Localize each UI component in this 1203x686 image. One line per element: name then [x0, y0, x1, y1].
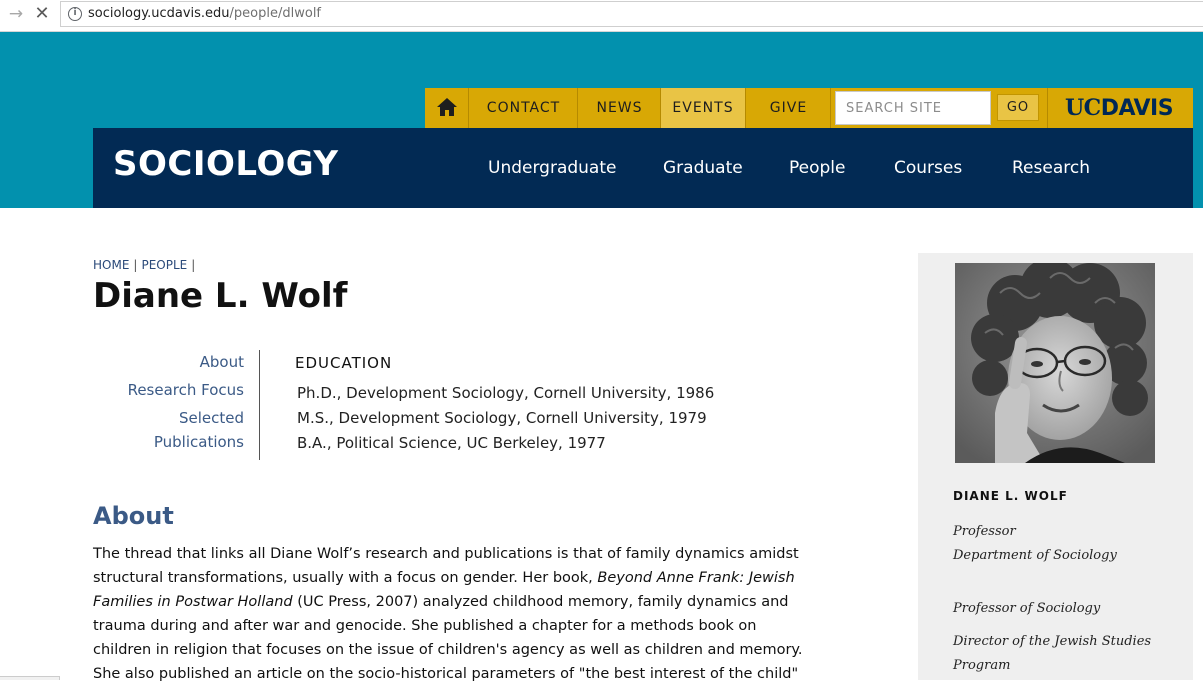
breadcrumb: HOME | PEOPLE | — [93, 258, 199, 272]
about-paragraph: The thread that links all Diane Wolf’s r… — [93, 542, 813, 686]
news-link[interactable]: NEWS — [579, 88, 661, 128]
stop-loading-icon[interactable]: ✕ — [31, 3, 53, 25]
nav-graduate[interactable]: Graduate — [663, 128, 743, 208]
give-link[interactable]: GIVE — [747, 88, 831, 128]
browser-status-bubble — [0, 676, 60, 680]
breadcrumb-separator: | — [133, 258, 138, 272]
about-line: She also published an article on the soc… — [93, 666, 799, 682]
browser-toolbar: → ✕ i sociology.ucdavis.edu/people/dlwol… — [0, 0, 1203, 32]
nav-research[interactable]: Research — [1012, 128, 1090, 208]
about-heading: About — [93, 502, 174, 530]
section-link-about[interactable]: About — [200, 353, 244, 371]
url-path: /people/dlwolf — [229, 6, 322, 21]
uc-davis-logo[interactable]: UCDAVIS — [1047, 88, 1193, 128]
about-line: Families in Postwar Holland (UC Press, 2… — [93, 594, 789, 610]
nav-people[interactable]: People — [789, 128, 845, 208]
book-title: Beyond Anne Frank: Jewish — [597, 570, 795, 586]
profile-photo — [955, 263, 1155, 463]
profile-section-nav: About Research Focus Selected Publicatio… — [93, 350, 260, 460]
contact-link[interactable]: CONTACT — [470, 88, 578, 128]
site-title[interactable]: SOCIOLOGY — [113, 144, 339, 184]
page-title: Diane L. Wolf — [93, 276, 348, 316]
section-link-selected[interactable]: Selected — [179, 409, 244, 427]
about-line: children in religion that focuses on the… — [93, 642, 803, 658]
section-link-publications[interactable]: Publications — [154, 433, 244, 451]
book-title: Families in Postwar Holland — [93, 594, 293, 610]
profile-role: Director of the Jewish Studies — [953, 634, 1152, 649]
breadcrumb-home[interactable]: HOME — [93, 258, 129, 272]
about-line: structural transformations, usually with… — [93, 570, 795, 586]
forward-arrow-icon[interactable]: → — [6, 4, 26, 24]
logo-davis: DAVIS — [1100, 96, 1174, 121]
education-item: B.A., Political Science, UC Berkeley, 19… — [297, 434, 606, 452]
logo-uc: UC — [1065, 95, 1101, 121]
breadcrumb-separator: | — [191, 258, 196, 272]
profile-sidebar: DIANE L. WOLF Professor Department of So… — [918, 253, 1193, 680]
home-icon — [437, 98, 457, 116]
education-heading: EDUCATION — [295, 354, 393, 372]
section-link-research-focus[interactable]: Research Focus — [128, 381, 244, 399]
education-item: M.S., Development Sociology, Cornell Uni… — [297, 409, 707, 427]
search-go-button[interactable]: GO — [997, 94, 1039, 121]
address-bar[interactable]: i sociology.ucdavis.edu/people/dlwolf — [60, 1, 1203, 27]
profile-role: Department of Sociology — [953, 548, 1117, 563]
about-line: trauma during and after war and genocide… — [93, 618, 757, 634]
search-input[interactable] — [835, 91, 991, 125]
about-line: The thread that links all Diane Wolf’s r… — [93, 546, 799, 562]
main-nav: SOCIOLOGY Undergraduate Graduate People … — [93, 128, 1193, 208]
breadcrumb-people[interactable]: PEOPLE — [141, 258, 187, 272]
url-text[interactable]: sociology.ucdavis.edu/people/dlwolf — [88, 6, 321, 21]
profile-name: DIANE L. WOLF — [953, 489, 1068, 503]
home-button[interactable] — [425, 88, 469, 128]
url-domain: sociology.ucdavis.edu — [88, 6, 230, 21]
utility-nav: CONTACT NEWS EVENTS GIVE GO UCDAVIS — [425, 88, 1193, 128]
education-item: Ph.D., Development Sociology, Cornell Un… — [297, 384, 715, 402]
profile-role: Program — [953, 658, 1011, 673]
nav-courses[interactable]: Courses — [894, 128, 962, 208]
events-link[interactable]: EVENTS — [661, 88, 746, 128]
nav-undergraduate[interactable]: Undergraduate — [488, 128, 616, 208]
profile-role: Professor of Sociology — [953, 601, 1101, 616]
profile-role: Professor — [953, 524, 1016, 539]
info-icon[interactable]: i — [68, 7, 82, 21]
